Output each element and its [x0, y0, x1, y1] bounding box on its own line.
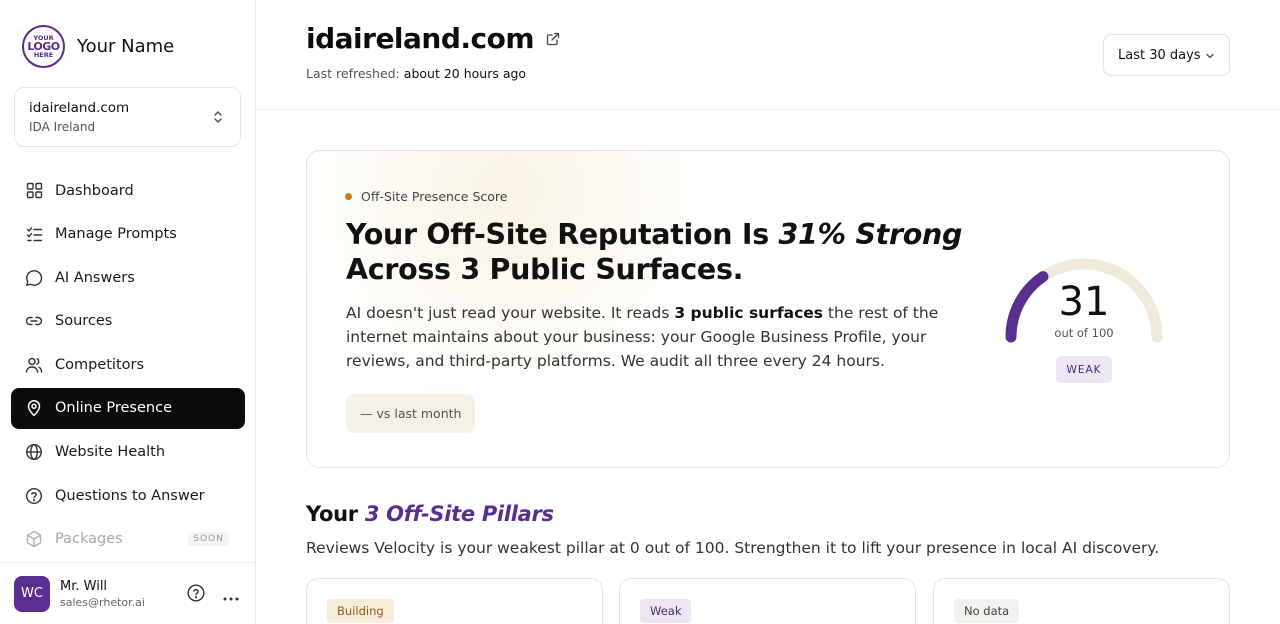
site-switcher-org: IDA Ireland	[29, 120, 96, 134]
main-content: idaireland.com Last refreshed: about 20 …	[256, 0, 1280, 624]
map-pin-icon	[25, 399, 43, 417]
sidebar-item-sources[interactable]: Sources	[11, 301, 245, 342]
chevron-down-icon	[1205, 50, 1215, 65]
sidebar-item-label: Website Health	[55, 444, 166, 461]
score-value: 31	[1058, 279, 1110, 325]
sidebar-item-label: Packages	[55, 531, 123, 548]
pillar-status-badge: Building	[327, 599, 394, 623]
users-icon	[25, 356, 43, 374]
sidebar-item-label: Online Presence	[55, 400, 172, 417]
last-refreshed: Last refreshed: about 20 hours ago	[306, 66, 526, 81]
score-rating-badge: WEAK	[1056, 356, 1112, 383]
grid-icon	[25, 182, 43, 200]
pillars-subtitle: Reviews Velocity is your weakest pillar …	[306, 539, 1160, 557]
date-range-select[interactable]: Last 30 days	[1103, 34, 1230, 76]
sidebar-nav: Dashboard Manage Prompts AI Answers Sour…	[11, 170, 245, 562]
page-title-text: idaireland.com	[306, 22, 535, 55]
page-title: idaireland.com	[306, 22, 560, 55]
sidebar-item-label: Competitors	[55, 356, 145, 373]
sidebar-item-label: Questions to Answer	[55, 487, 205, 504]
brand-name: Your Name	[77, 36, 175, 57]
sidebar-item-online-presence[interactable]: Online Presence	[11, 387, 245, 429]
sidebar: YOUR LOGO HERE Your Name idaireland.com …	[0, 0, 256, 624]
pillar-card[interactable]: No data	[933, 578, 1230, 624]
sidebar-item-label: Sources	[55, 313, 113, 330]
chevron-up-down-icon	[212, 109, 224, 129]
help-circle-icon	[25, 487, 43, 505]
pillars-title: Your 3 Off-Site Pillars	[306, 502, 554, 526]
score-headline-emphasis: 31% Strong	[778, 218, 963, 251]
user-name: Mr. Will	[60, 578, 108, 594]
sidebar-item-ai-answers[interactable]: AI Answers	[11, 257, 245, 298]
last-refreshed-value: about 20 hours ago	[403, 66, 527, 81]
user-actions	[187, 584, 239, 606]
date-range-value: Last 30 days	[1118, 47, 1201, 63]
sidebar-item-label: Dashboard	[55, 182, 134, 199]
help-icon[interactable]	[187, 584, 205, 606]
score-card-label-text: Off-Site Presence Score	[361, 189, 508, 204]
sidebar-item-competitors[interactable]: Competitors	[11, 344, 245, 385]
pillars-title-pre: Your	[306, 502, 365, 526]
user-email: sales@rhetor.ai	[60, 595, 145, 609]
sidebar-item-label: Manage Prompts	[55, 226, 177, 243]
score-description-pre: AI doesn't just read your website. It re…	[346, 304, 675, 322]
score-description-bold: 3 public surfaces	[674, 304, 823, 322]
brand[interactable]: YOUR LOGO HERE Your Name	[22, 25, 174, 68]
more-options-icon[interactable]	[223, 586, 239, 605]
sidebar-item-label: AI Answers	[55, 269, 135, 286]
score-headline-pre: Your Off-Site Reputation Is	[346, 218, 779, 251]
score-gauge: 31 out of 100 WEAK	[999, 251, 1169, 391]
user-info: Mr. Will sales@rhetor.ai	[60, 579, 145, 609]
score-description: AI doesn't just read your website. It re…	[346, 301, 966, 373]
brand-logo-line3: HERE	[33, 51, 54, 59]
pillar-status-badge: Weak	[640, 599, 692, 623]
sidebar-item-questions-to-answer[interactable]: Questions to Answer	[11, 475, 245, 516]
score-headline: Your Off-Site Reputation Is 31% Strong A…	[346, 217, 966, 287]
site-switcher[interactable]: idaireland.com IDA Ireland	[14, 87, 241, 147]
site-switcher-domain: idaireland.com	[29, 100, 130, 116]
sidebar-item-dashboard[interactable]: Dashboard	[11, 170, 245, 211]
sidebar-item-manage-prompts[interactable]: Manage Prompts	[11, 214, 245, 255]
checklist-icon	[25, 225, 43, 243]
globe-icon	[25, 443, 43, 461]
avatar[interactable]: WC	[14, 575, 50, 612]
pillar-status-badge: No data	[954, 599, 1020, 623]
package-icon	[25, 530, 43, 548]
soon-badge: SOON	[188, 532, 229, 547]
presence-score-card: Off-Site Presence Score Your Off-Site Re…	[306, 150, 1230, 468]
trend-chip: — vs last month	[346, 394, 476, 433]
status-dot-icon	[345, 193, 352, 200]
pillar-card[interactable]: Weak	[619, 578, 916, 624]
link-icon	[25, 312, 43, 330]
user-profile: WC Mr. Will sales@rhetor.ai	[0, 562, 255, 624]
pillars-title-emphasis: 3 Off-Site Pillars	[364, 502, 554, 526]
chat-bubble-icon	[25, 269, 43, 287]
sidebar-item-website-health[interactable]: Website Health	[11, 432, 245, 473]
score-card-label: Off-Site Presence Score	[345, 189, 507, 204]
page-header: idaireland.com Last refreshed: about 20 …	[256, 0, 1280, 110]
brand-logo: YOUR LOGO HERE	[22, 25, 65, 68]
external-link-icon[interactable]	[546, 32, 560, 46]
last-refreshed-label: Last refreshed:	[306, 66, 400, 81]
sidebar-item-packages: Packages SOON	[11, 519, 245, 560]
pillar-card[interactable]: Building	[306, 578, 603, 624]
score-headline-post: Across 3 Public Surfaces.	[346, 253, 744, 286]
score-max-label: out of 100	[1054, 326, 1114, 340]
